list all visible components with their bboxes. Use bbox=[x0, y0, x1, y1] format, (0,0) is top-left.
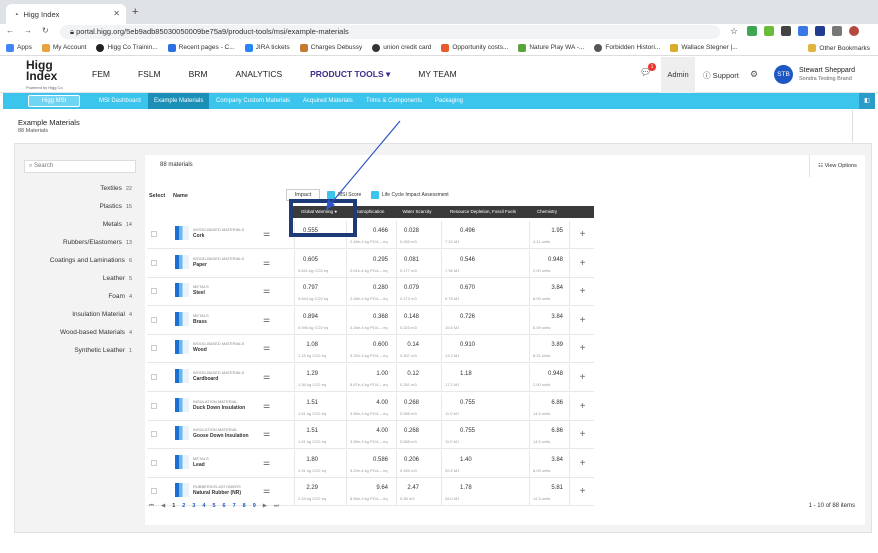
annotation-arrow bbox=[326, 120, 401, 210]
